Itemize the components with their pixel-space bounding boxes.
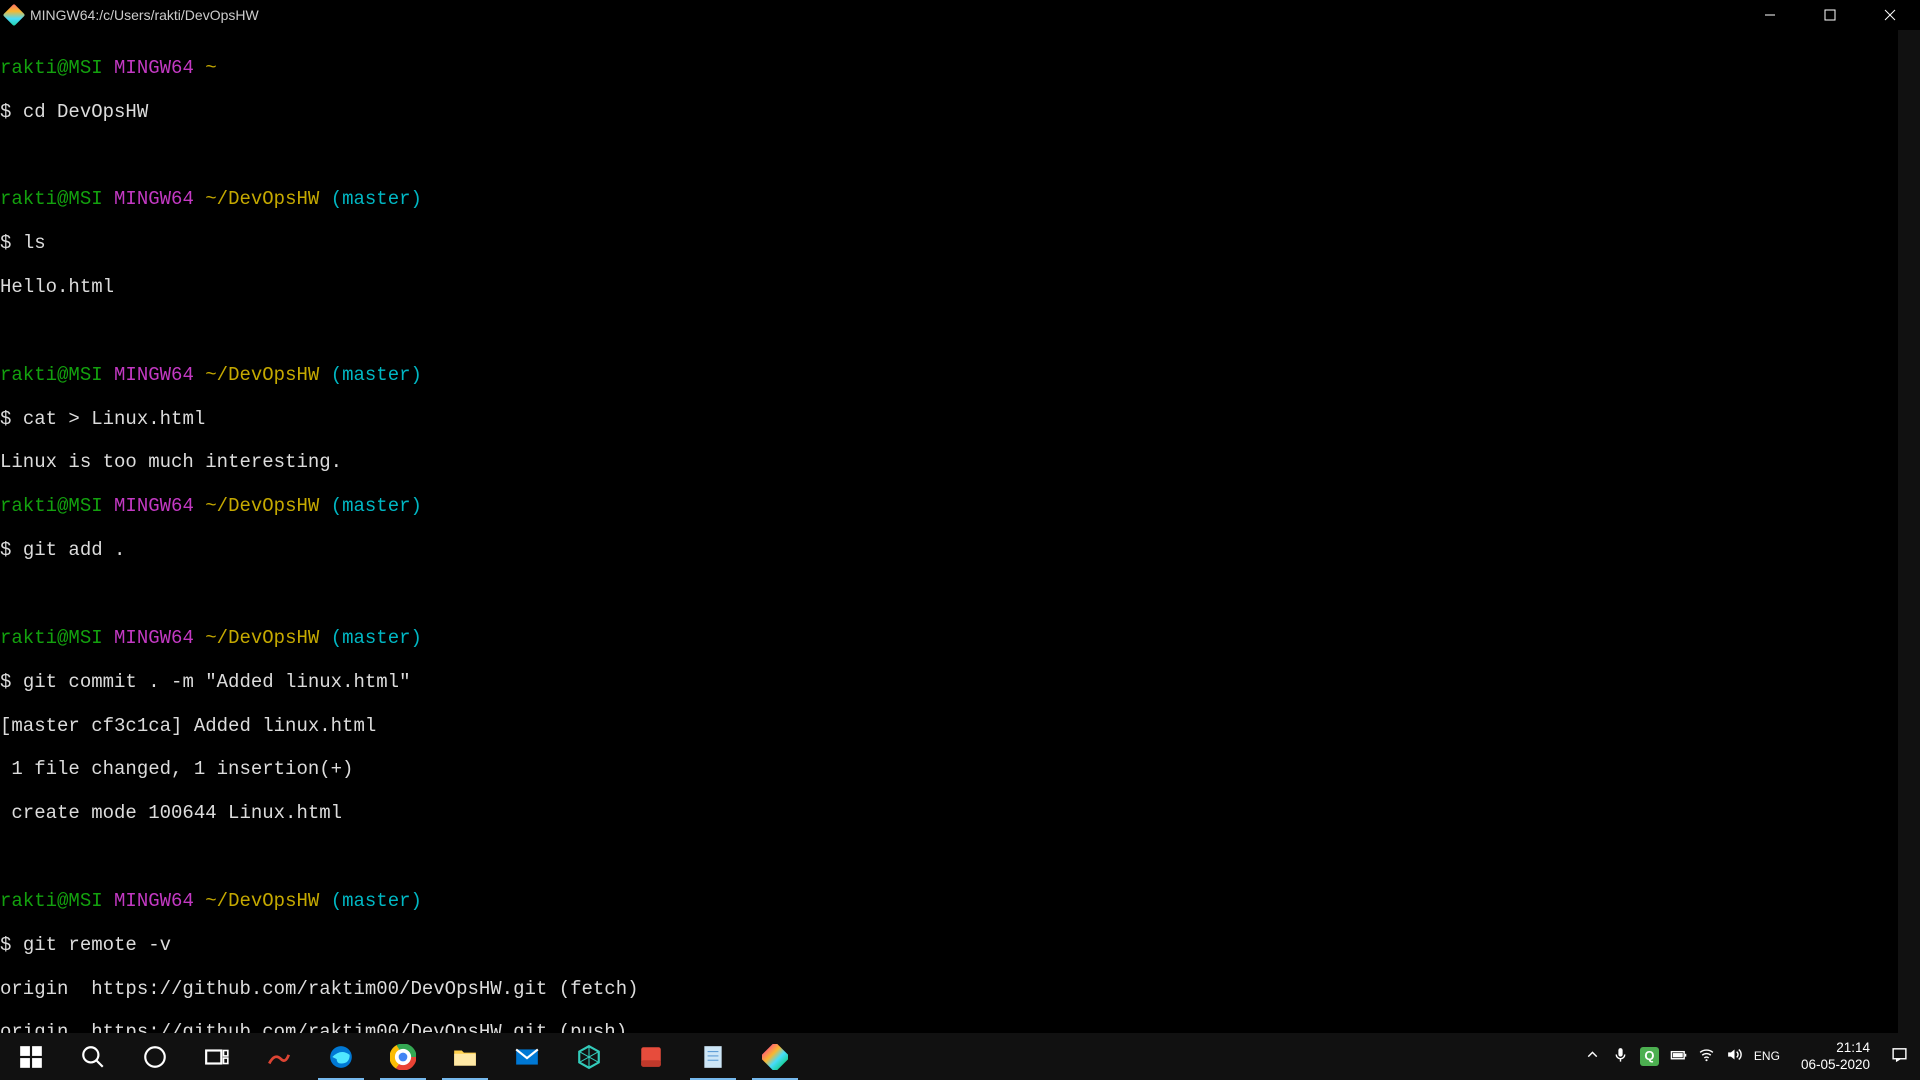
notification-center-icon[interactable] (1891, 1046, 1908, 1067)
terminal-output[interactable]: rakti@MSI MINGW64 ~ $ cd DevOpsHW rakti@… (0, 30, 1920, 1080)
taskbar-gitbash[interactable] (744, 1033, 806, 1080)
out-linuxline: Linux is too much interesting. (0, 452, 1920, 474)
dollar: $ (0, 232, 23, 254)
cmd-cat: cat > Linux.html (23, 408, 205, 430)
prompt-host: MINGW64 (114, 188, 194, 210)
prompt-path: ~/DevOpsHW (205, 890, 319, 912)
prompt-user: rakti@MSI (0, 188, 103, 210)
scrollbar[interactable] (1898, 30, 1920, 1033)
taskbar-edge[interactable] (310, 1033, 372, 1080)
cmd-gitcommit: git commit . -m "Added linux.html" (23, 671, 411, 693)
clock-time: 21:14 (1801, 1040, 1870, 1056)
prompt-branch: (master) (331, 364, 422, 386)
tray-wifi-icon[interactable] (1698, 1046, 1715, 1067)
prompt-path: ~/DevOpsHW (205, 627, 319, 649)
prompt-user: rakti@MSI (0, 627, 103, 649)
taskbar-app-1[interactable] (248, 1033, 310, 1080)
cmd-gitremote: git remote -v (23, 934, 171, 956)
prompt-branch: (master) (331, 890, 422, 912)
taskbar: Q ENG 21:14 06-05-2020 (0, 1033, 1920, 1080)
tray-language[interactable]: ENG (1754, 1050, 1780, 1064)
close-button[interactable] (1860, 0, 1920, 30)
taskbar-notepad[interactable] (682, 1033, 744, 1080)
system-tray: Q ENG 21:14 06-05-2020 (1584, 1040, 1920, 1072)
taskbar-chrome[interactable] (372, 1033, 434, 1080)
prompt-host: MINGW64 (114, 364, 194, 386)
prompt-user: rakti@MSI (0, 890, 103, 912)
dollar: $ (0, 408, 23, 430)
tray-clock[interactable]: 21:14 06-05-2020 (1791, 1040, 1880, 1072)
prompt-user: rakti@MSI (0, 57, 103, 79)
prompt-branch: (master) (331, 495, 422, 517)
prompt-path: ~ (205, 57, 216, 79)
tray-q-icon[interactable]: Q (1640, 1047, 1659, 1066)
prompt-user: rakti@MSI (0, 364, 103, 386)
dollar: $ (0, 671, 23, 693)
tray-expand-icon[interactable] (1584, 1046, 1601, 1067)
prompt-host: MINGW64 (114, 890, 194, 912)
out-remote1: origin https://github.com/raktim00/DevOp… (0, 979, 1920, 1001)
prompt-user: rakti@MSI (0, 495, 103, 517)
prompt-path: ~/DevOpsHW (205, 495, 319, 517)
prompt-host: MINGW64 (114, 57, 194, 79)
prompt-host: MINGW64 (114, 627, 194, 649)
dollar: $ (0, 101, 23, 123)
tray-battery-icon[interactable] (1670, 1046, 1687, 1067)
app-icon (3, 4, 26, 27)
tray-volume-icon[interactable] (1726, 1046, 1743, 1067)
cmd-gitadd: git add . (23, 539, 126, 561)
start-button[interactable] (0, 1033, 62, 1080)
minimize-button[interactable] (1740, 0, 1800, 30)
tray-mic-icon[interactable] (1612, 1046, 1629, 1067)
cmd-cd: cd DevOpsHW (23, 101, 148, 123)
prompt-path: ~/DevOpsHW (205, 188, 319, 210)
out-commit3: create mode 100644 Linux.html (0, 803, 1920, 825)
prompt-branch: (master) (331, 627, 422, 649)
clock-date: 06-05-2020 (1801, 1057, 1870, 1073)
cmd-ls: ls (23, 232, 46, 254)
taskview-button[interactable] (186, 1033, 248, 1080)
window-title: MINGW64:/c/Users/rakti/DevOpsHW (30, 7, 259, 23)
taskbar-explorer[interactable] (434, 1033, 496, 1080)
prompt-path: ~/DevOpsHW (205, 364, 319, 386)
out-commit1: [master cf3c1ca] Added linux.html (0, 716, 1920, 738)
maximize-button[interactable] (1800, 0, 1860, 30)
dollar: $ (0, 539, 23, 561)
taskbar-virtualbox[interactable] (558, 1033, 620, 1080)
taskbar-mail[interactable] (496, 1033, 558, 1080)
search-button[interactable] (62, 1033, 124, 1080)
out-commit2: 1 file changed, 1 insertion(+) (0, 759, 1920, 781)
out-hello: Hello.html (0, 277, 1920, 299)
prompt-branch: (master) (331, 188, 422, 210)
cortana-button[interactable] (124, 1033, 186, 1080)
dollar: $ (0, 934, 23, 956)
window-titlebar: MINGW64:/c/Users/rakti/DevOpsHW (0, 0, 1920, 30)
window-controls (1740, 0, 1920, 30)
prompt-host: MINGW64 (114, 495, 194, 517)
taskbar-app-2[interactable] (620, 1033, 682, 1080)
